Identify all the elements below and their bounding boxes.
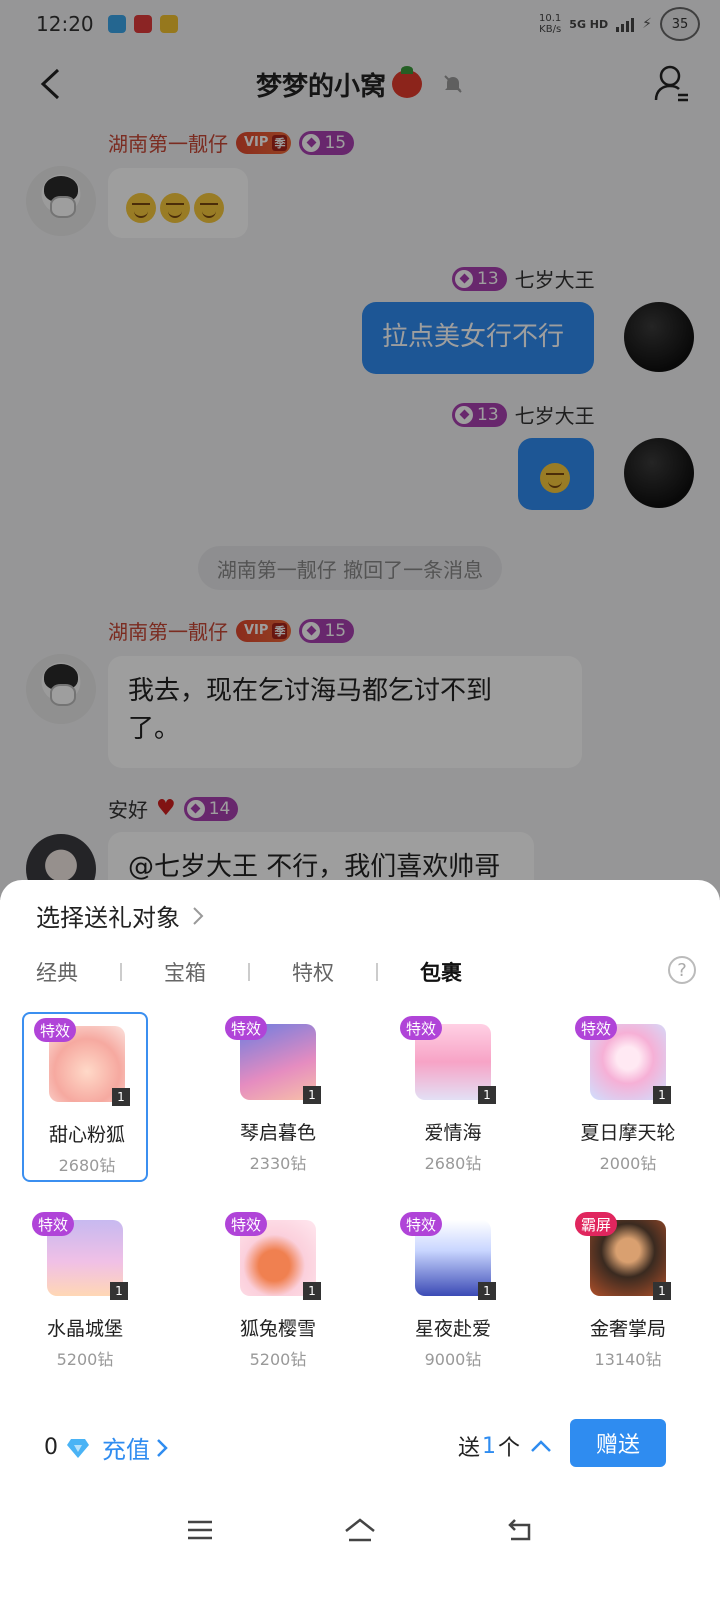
effect-tag: 特效 bbox=[400, 1016, 443, 1040]
tab-package[interactable]: 包裹 bbox=[420, 957, 462, 987]
gift-name: 爱情海 bbox=[424, 1122, 482, 1144]
gift-count: 1 bbox=[653, 1282, 671, 1300]
gift-item[interactable]: 霸屏 1 金奢掌局 13140钻 bbox=[565, 1208, 691, 1378]
gift-price: 2000钻 bbox=[599, 1154, 657, 1173]
gift-name: 琴启暮色 bbox=[239, 1122, 316, 1144]
gift-name: 狐兔樱雪 bbox=[239, 1318, 316, 1340]
gift-count: 1 bbox=[478, 1282, 496, 1300]
send-quantity: 1 bbox=[482, 1433, 497, 1459]
send-suffix: 个 bbox=[498, 1436, 521, 1461]
gift-item[interactable]: 特效 1 爱情海 2680钻 bbox=[390, 1012, 516, 1182]
send-prefix: 送 bbox=[458, 1436, 481, 1461]
menu-icon bbox=[188, 1520, 212, 1540]
gift-item[interactable]: 特效 1 夏日摩天轮 2000钻 bbox=[565, 1012, 691, 1182]
gift-item[interactable]: 特效 1 琴启暮色 2330钻 bbox=[215, 1012, 341, 1182]
recharge-label: 充值 bbox=[102, 1436, 150, 1464]
gift-count: 1 bbox=[110, 1282, 128, 1300]
sheet-title: 选择送礼对象 bbox=[36, 904, 180, 932]
gift-count: 1 bbox=[303, 1282, 321, 1300]
recharge-button[interactable]: 充值 bbox=[102, 1430, 168, 1465]
gift-item[interactable]: 特效 1 水晶城堡 5200钻 bbox=[22, 1208, 148, 1378]
gift-name: 星夜赴爱 bbox=[414, 1318, 491, 1340]
gift-name: 水晶城堡 bbox=[46, 1318, 123, 1340]
diamond-balance: 0 充值 bbox=[44, 1430, 168, 1465]
gift-count: 1 bbox=[478, 1086, 496, 1104]
tab-divider bbox=[376, 963, 378, 981]
gift-name: 甜心粉狐 bbox=[48, 1124, 125, 1146]
tab-classic[interactable]: 经典 bbox=[36, 957, 78, 987]
gift-name: 金奢掌局 bbox=[589, 1318, 666, 1340]
gift-count: 1 bbox=[653, 1086, 671, 1104]
tab-divider bbox=[248, 963, 250, 981]
gift-price: 5200钻 bbox=[249, 1350, 307, 1369]
gift-item[interactable]: 特效 1 甜心粉狐 2680钻 bbox=[22, 1012, 148, 1182]
help-icon[interactable]: ? bbox=[668, 956, 696, 984]
effect-tag: 特效 bbox=[575, 1016, 618, 1040]
home-icon bbox=[345, 1518, 375, 1542]
select-recipient[interactable]: 选择送礼对象 bbox=[36, 898, 204, 933]
gift-grid: 特效 1 甜心粉狐 2680钻 特效 1 琴启暮色 2330钻 特效 1 爱情海… bbox=[22, 1012, 698, 1378]
diamond-icon bbox=[67, 1438, 89, 1458]
quantity-selector[interactable]: 送 1 个 bbox=[458, 1430, 552, 1462]
balance-value: 0 bbox=[44, 1435, 58, 1460]
return-icon bbox=[508, 1519, 531, 1541]
chevron-right-icon bbox=[157, 1438, 168, 1457]
gift-item[interactable]: 特效 1 星夜赴爱 9000钻 bbox=[390, 1208, 516, 1378]
system-nav-bar bbox=[0, 1500, 720, 1560]
gift-item[interactable]: 特效 1 狐兔樱雪 5200钻 bbox=[215, 1208, 341, 1378]
gift-price: 13140钻 bbox=[594, 1350, 662, 1369]
home-button[interactable] bbox=[340, 1510, 380, 1550]
gift-price: 9000钻 bbox=[424, 1350, 482, 1369]
menu-button[interactable] bbox=[180, 1510, 220, 1550]
chevron-up-icon bbox=[531, 1440, 551, 1452]
effect-tag: 特效 bbox=[32, 1212, 75, 1236]
gift-price: 2330钻 bbox=[249, 1154, 307, 1173]
effect-tag: 特效 bbox=[225, 1212, 268, 1236]
gift-name: 夏日摩天轮 bbox=[580, 1122, 676, 1144]
fullscreen-tag: 霸屏 bbox=[575, 1212, 618, 1236]
tab-privilege[interactable]: 特权 bbox=[292, 957, 334, 987]
send-gift-button[interactable]: 赠送 bbox=[570, 1419, 666, 1467]
effect-tag: 特效 bbox=[400, 1212, 443, 1236]
effect-tag: 特效 bbox=[34, 1018, 77, 1042]
back-nav-button[interactable] bbox=[500, 1510, 540, 1550]
chevron-right-icon bbox=[193, 906, 204, 925]
gift-action-bar: 0 充值 送 1 个 赠送 bbox=[0, 1418, 720, 1474]
gift-count: 1 bbox=[112, 1088, 130, 1106]
tab-chest[interactable]: 宝箱 bbox=[164, 957, 206, 987]
effect-tag: 特效 bbox=[225, 1016, 268, 1040]
gift-tabs: 经典 宝箱 特权 包裹 ? bbox=[36, 954, 696, 990]
modal-backdrop[interactable] bbox=[0, 0, 720, 900]
gift-price: 2680钻 bbox=[424, 1154, 482, 1173]
gift-price: 5200钻 bbox=[56, 1350, 114, 1369]
gift-sheet: 选择送礼对象 经典 宝箱 特权 包裹 ? 特效 1 甜心粉狐 2680钻 特效 … bbox=[0, 880, 720, 1612]
tab-divider bbox=[120, 963, 122, 981]
gift-price: 2680钻 bbox=[58, 1156, 116, 1175]
gift-count: 1 bbox=[303, 1086, 321, 1104]
